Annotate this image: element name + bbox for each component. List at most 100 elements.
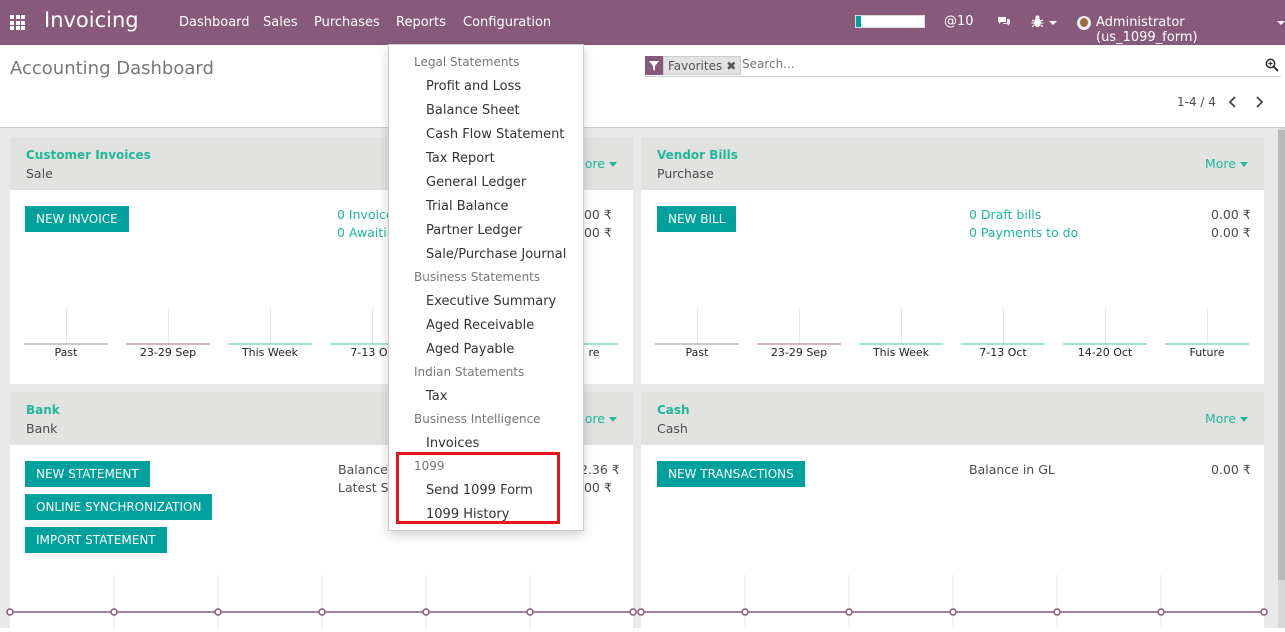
chart-gridline: [66, 307, 67, 345]
menu-item-cash-flow-statement[interactable]: Cash Flow Statement: [426, 127, 564, 142]
card-header: Vendor Bills Purchase More: [641, 137, 1264, 190]
pager-value[interactable]: 1-4 / 4: [1177, 95, 1216, 109]
chart-gridline: [799, 307, 800, 345]
menu-item-balance-sheet[interactable]: Balance Sheet: [426, 103, 520, 118]
debug-bug-icon[interactable]: [1031, 15, 1044, 28]
menu-item-executive-summary[interactable]: Executive Summary: [426, 294, 556, 309]
more-dropdown[interactable]: More: [1205, 411, 1248, 426]
menu-item-aged-payable[interactable]: Aged Payable: [426, 342, 514, 357]
amount-value: .00 ₹: [580, 207, 612, 222]
menu-reports[interactable]: Reports: [396, 15, 446, 30]
onboarding-progress-bar[interactable]: [855, 15, 925, 28]
payments-to-do-link[interactable]: 0 Payments to do: [969, 225, 1078, 240]
chart-bar: [961, 343, 1045, 345]
card-title[interactable]: Bank: [26, 403, 60, 417]
balance-label: Balance: [338, 462, 388, 477]
amount-value: .00 ₹: [580, 225, 612, 240]
new-transactions-button[interactable]: NEW TRANSACTIONS: [657, 461, 805, 487]
page-title: Accounting Dashboard: [10, 58, 214, 79]
chart-bar: [757, 343, 841, 345]
vendor-bills-card: Vendor Bills Purchase More NEW BILL 0 Dr…: [641, 137, 1264, 384]
awaiting-payments-link[interactable]: 0 Awaitin: [337, 225, 395, 240]
menu-section-business-statements: Business Statements: [414, 270, 541, 284]
latest-statement-label: Latest St: [338, 480, 394, 495]
cash-line-chart: [637, 575, 1268, 628]
chart-bar: [859, 343, 943, 345]
menu-section-indian-statements: Indian Statements: [414, 365, 525, 379]
chart-tick-label: 23-29 Sep: [770, 346, 828, 359]
amount-value: 0.00 ₹: [1211, 207, 1251, 222]
menu-section-legal-statements: Legal Statements: [414, 55, 520, 69]
card-subtitle: Sale: [26, 166, 53, 181]
chart-tick-label: This Week: [872, 346, 930, 359]
scrollbar-thumb[interactable]: [1278, 130, 1285, 580]
app-title: Invoicing: [44, 8, 139, 32]
menu-item-tax[interactable]: Tax: [426, 389, 447, 404]
balance-line-charts: [6, 575, 1268, 628]
menu-item-aged-receivable[interactable]: Aged Receivable: [426, 318, 534, 333]
facet-text: Favorites: [668, 59, 723, 73]
chart-tick-label: 7-13 Oct: [979, 346, 1027, 359]
menu-item-general-ledger[interactable]: General Ledger: [426, 175, 526, 190]
chart-bar: [1063, 343, 1147, 345]
chat-icon[interactable]: [997, 16, 1011, 27]
chart-tick-label: Past: [685, 346, 709, 359]
chart-gridline: [697, 307, 698, 345]
online-synchronization-button[interactable]: ONLINE SYNCHRONIZATION: [25, 494, 213, 520]
chart-tick-label: 14-20 Oct: [1077, 346, 1133, 359]
facet-remove-icon[interactable]: ✖: [726, 59, 736, 73]
user-caret-icon[interactable]: [1277, 21, 1285, 25]
control-panel: Accounting Dashboard Favorites✖ 1-4 / 4: [0, 45, 1285, 128]
menu-item-profit-and-loss[interactable]: Profit and Loss: [426, 79, 521, 94]
chart-tick-label: Past: [54, 346, 78, 359]
chart-tick-label: Future: [1189, 346, 1225, 359]
menu-item-trial-balance[interactable]: Trial Balance: [426, 199, 509, 214]
card-header: Cash Cash More: [641, 392, 1264, 445]
filter-icon: [645, 56, 663, 75]
apps-grid-icon[interactable]: [10, 15, 25, 30]
menu-item-sale-purchase-journal[interactable]: Sale/Purchase Journal: [426, 247, 566, 262]
user-menu[interactable]: Administrator (us_1099_form): [1096, 15, 1285, 45]
search-facet[interactable]: Favorites ✖: [645, 56, 742, 75]
new-bill-button[interactable]: NEW BILL: [657, 206, 737, 232]
pager-previous-icon[interactable]: [1227, 96, 1239, 108]
top-navbar: Invoicing Dashboard Sales Purchases Repo…: [0, 0, 1285, 45]
chart-tick-label: This Week: [241, 346, 299, 359]
highlight-annotation-box: [396, 452, 560, 524]
chart-tick-label: re: [588, 346, 600, 359]
user-avatar[interactable]: [1077, 16, 1091, 30]
card-title[interactable]: Vendor Bills: [657, 148, 738, 162]
search-zoom-icon[interactable]: [1265, 58, 1279, 72]
chart-gridline: [1207, 307, 1208, 345]
card-title[interactable]: Customer Invoices: [26, 148, 151, 162]
menu-item-invoices[interactable]: Invoices: [426, 436, 479, 451]
search-input[interactable]: [742, 57, 1242, 71]
amount-value: 0.00 ₹: [1211, 462, 1251, 477]
card-title[interactable]: Cash: [657, 403, 690, 417]
debug-caret-icon[interactable]: [1049, 21, 1057, 25]
chart-tick-label: 23-29 Sep: [139, 346, 197, 359]
draft-bills-link[interactable]: 0 Draft bills: [969, 207, 1041, 222]
pager-next-icon[interactable]: [1253, 96, 1265, 108]
card-subtitle: Cash: [657, 421, 688, 436]
balance-in-gl-label: Balance in GL: [969, 462, 1055, 477]
card-subtitle: Bank: [26, 421, 58, 436]
search-bar[interactable]: Favorites ✖: [645, 55, 1281, 77]
menu-sales[interactable]: Sales: [263, 15, 298, 30]
new-invoice-button[interactable]: NEW INVOICE: [25, 206, 129, 232]
menu-configuration[interactable]: Configuration: [463, 15, 551, 30]
chart-gridline: [1105, 307, 1106, 345]
menu-dashboard[interactable]: Dashboard: [179, 15, 250, 30]
menu-purchases[interactable]: Purchases: [314, 15, 380, 30]
facet-label: Favorites ✖: [663, 56, 742, 75]
menu-item-tax-report[interactable]: Tax Report: [426, 151, 495, 166]
more-dropdown[interactable]: More: [1205, 156, 1248, 171]
invoices-to-validate-link[interactable]: 0 Invoice: [337, 207, 394, 222]
card-subtitle: Purchase: [657, 166, 714, 181]
new-statement-button[interactable]: NEW STATEMENT: [25, 461, 150, 487]
menu-item-partner-ledger[interactable]: Partner Ledger: [426, 223, 522, 238]
messages-counter[interactable]: @10: [944, 14, 974, 29]
chart-bar: [126, 343, 210, 345]
chart-bar: [228, 343, 312, 345]
import-statement-button[interactable]: IMPORT STATEMENT: [25, 527, 167, 553]
